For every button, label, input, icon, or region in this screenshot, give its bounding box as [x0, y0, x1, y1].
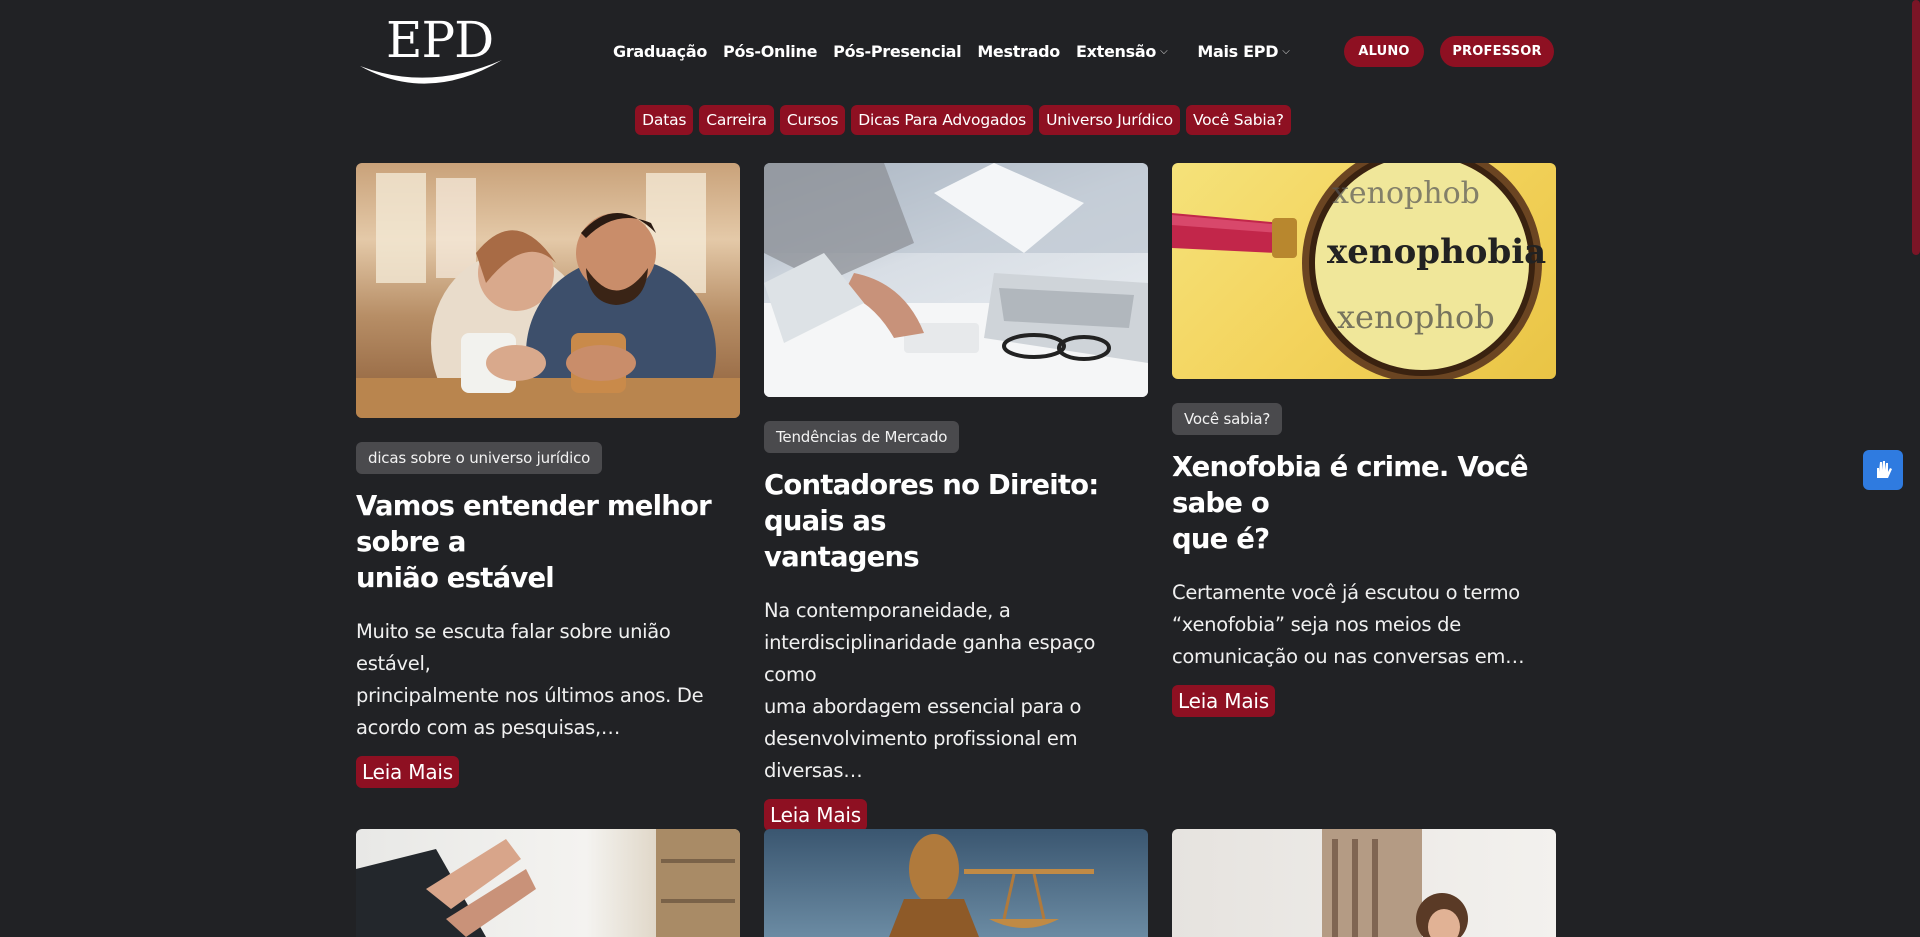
article-excerpt: Muito se escuta falar sobre união estáve… — [356, 616, 740, 744]
excerpt-line: diversas… — [764, 759, 863, 782]
nav-label: Extensão — [1076, 41, 1157, 61]
couple-with-mugs-image — [356, 173, 740, 418]
title-line: vantagens — [764, 541, 920, 573]
hand-sign-language-icon — [1877, 461, 1892, 478]
nav-label: Mais EPD — [1197, 41, 1279, 61]
article-image[interactable] — [764, 163, 1148, 397]
nav-pos-presencial[interactable]: Pós-Presencial — [833, 42, 961, 61]
category-voce-sabia[interactable]: Você Sabia? — [1185, 105, 1291, 135]
excerpt-line: Certamente você já escutou o termo — [1172, 581, 1520, 604]
title-line: Xenofobia é crime. Você sabe o — [1172, 451, 1529, 519]
category-carreira[interactable]: Carreira — [699, 105, 774, 135]
page-scrollbar[interactable] — [1912, 0, 1920, 255]
chevron-down-icon: ⌵ — [1282, 45, 1290, 57]
article-title[interactable]: Xenofobia é crime. Você sabe o que é? — [1172, 449, 1556, 557]
lady-justice-scale-image — [889, 834, 1094, 937]
image-word: xenophobia — [1327, 232, 1546, 272]
nav-extensao[interactable]: Extensão ⌵ — [1076, 41, 1168, 61]
title-line: Vamos entender melhor sobre a — [356, 490, 712, 558]
category-cursos[interactable]: Cursos — [779, 105, 846, 135]
article-excerpt: Na contemporaneidade, a interdisciplinar… — [764, 595, 1148, 787]
excerpt-line: desenvolvimento profissional em — [764, 727, 1078, 750]
woman-at-desk-image — [1322, 829, 1468, 937]
nav-graduacao[interactable]: Graduação — [613, 42, 707, 61]
read-more-button[interactable]: Leia Mais — [1172, 685, 1275, 717]
main-nav: Graduação Pós-Online Pós-Presencial Mest… — [613, 38, 1305, 64]
read-more-button[interactable]: Leia Mais — [356, 756, 459, 788]
image-word: xenophob — [1337, 298, 1495, 336]
article-title[interactable]: Vamos entender melhor sobre a união está… — [356, 488, 740, 596]
category-datas[interactable]: Datas — [635, 105, 694, 135]
image-word: xenophob — [1332, 176, 1480, 211]
nav-mais-epd[interactable]: Mais EPD ⌵ — [1197, 42, 1289, 61]
professor-button[interactable]: PROFESSOR — [1440, 36, 1554, 67]
excerpt-line: “xenofobia” seja nos meios de — [1172, 613, 1461, 636]
logo-swoosh — [360, 60, 502, 84]
excerpt-line: uma abordagem essencial para o — [764, 695, 1082, 718]
accountant-calculator-image — [764, 163, 1148, 397]
excerpt-line: Muito se escuta falar sobre união estáve… — [356, 620, 671, 675]
category-bar: Datas Carreira Cursos Dicas Para Advogad… — [0, 105, 1920, 135]
aluno-button[interactable]: ALUNO — [1344, 36, 1424, 67]
nav-label: Pós-Presencial — [833, 41, 962, 61]
excerpt-line: comunicação ou nas conversas em… — [1172, 645, 1525, 668]
article-tag[interactable]: Você sabia? — [1172, 403, 1283, 435]
epd-logo[interactable]: EPD — [358, 10, 504, 86]
excerpt-line: acordo com as pesquisas,… — [356, 716, 621, 739]
nav-label: Mestrado — [977, 41, 1060, 61]
category-dicas-advogados[interactable]: Dicas Para Advogados — [851, 105, 1034, 135]
category-universo-juridico[interactable]: Universo Jurídico — [1039, 105, 1180, 135]
chevron-down-icon: ⌵ — [1160, 45, 1168, 57]
article-tag[interactable]: Tendências de Mercado — [764, 421, 960, 453]
article-image[interactable] — [356, 829, 740, 937]
article-tag[interactable]: dicas sobre o universo jurídico — [356, 442, 603, 474]
article-title[interactable]: Contadores no Direito: quais as vantagen… — [764, 467, 1148, 575]
article-card: dicas sobre o universo jurídico Vamos en… — [356, 163, 740, 788]
article-image[interactable] — [764, 829, 1148, 937]
article-excerpt: Certamente você já escutou o termo “xeno… — [1172, 577, 1556, 673]
nav-mestrado[interactable]: Mestrado — [977, 42, 1060, 61]
hands-refusing-image — [356, 829, 740, 937]
article-image[interactable]: xenophob xenophobia xenophob — [1172, 163, 1556, 379]
nav-pos-online[interactable]: Pós-Online — [723, 42, 817, 61]
magnifying-glass-xenophobia-image: xenophob xenophobia xenophob — [1172, 163, 1546, 379]
excerpt-line: interdisciplinaridade ganha espaço como — [764, 631, 1096, 686]
nav-label: Pós-Online — [723, 41, 818, 61]
title-line: união estável — [356, 562, 555, 594]
excerpt-line: principalmente nos últimos anos. De — [356, 684, 704, 707]
article-image[interactable] — [1172, 829, 1556, 937]
accessibility-widget-button[interactable] — [1863, 450, 1903, 490]
article-card: Tendências de Mercado Contadores no Dire… — [764, 163, 1148, 831]
article-card: xenophob xenophobia xenophob Você sabia?… — [1172, 163, 1556, 717]
read-more-button[interactable]: Leia Mais — [764, 799, 867, 831]
nav-label: Graduação — [613, 41, 708, 61]
title-line: Contadores no Direito: quais as — [764, 469, 1099, 537]
title-line: que é? — [1172, 523, 1270, 555]
excerpt-line: Na contemporaneidade, a — [764, 599, 1011, 622]
article-image[interactable] — [356, 163, 740, 418]
